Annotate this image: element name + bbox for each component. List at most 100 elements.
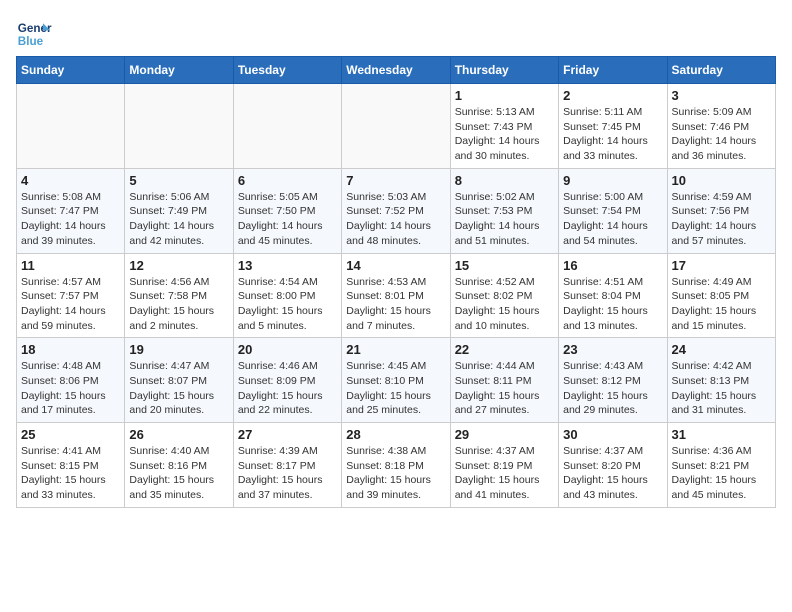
day-cell: 31 Sunrise: 4:36 AM Sunset: 8:21 PM Dayli…: [667, 423, 775, 508]
day-info: Sunrise: 5:03 AM Sunset: 7:52 PM Dayligh…: [346, 190, 445, 249]
day-number: 4: [21, 173, 120, 188]
day-info: Sunrise: 5:05 AM Sunset: 7:50 PM Dayligh…: [238, 190, 337, 249]
day-info: Sunrise: 4:45 AM Sunset: 8:10 PM Dayligh…: [346, 359, 445, 418]
day-number: 25: [21, 427, 120, 442]
day-number: 7: [346, 173, 445, 188]
day-cell: 8 Sunrise: 5:02 AM Sunset: 7:53 PM Daylig…: [450, 168, 558, 253]
day-cell: 9 Sunrise: 5:00 AM Sunset: 7:54 PM Daylig…: [559, 168, 667, 253]
day-cell: 18 Sunrise: 4:48 AM Sunset: 8:06 PM Dayli…: [17, 338, 125, 423]
day-number: 12: [129, 258, 228, 273]
day-cell: 20Sunrise: 4:46 AM Sunset: 8:09 PM Dayli…: [233, 338, 341, 423]
day-info: Sunrise: 4:44 AM Sunset: 8:11 PM Dayligh…: [455, 359, 554, 418]
day-number: 27: [238, 427, 337, 442]
day-number: 15: [455, 258, 554, 273]
week-row-1: 1Sunrise: 5:13 AM Sunset: 7:43 PM Daylig…: [17, 84, 776, 169]
day-info: Sunrise: 4:59 AM Sunset: 7:56 PM Dayligh…: [672, 190, 771, 249]
week-row-2: 4 Sunrise: 5:08 AM Sunset: 7:47 PM Daylig…: [17, 168, 776, 253]
col-header-friday: Friday: [559, 57, 667, 84]
day-number: 5: [129, 173, 228, 188]
day-cell: 17 Sunrise: 4:49 AM Sunset: 8:05 PM Dayli…: [667, 253, 775, 338]
logo-icon: General Blue: [16, 16, 52, 52]
day-cell: 14 Sunrise: 4:53 AM Sunset: 8:01 PM Dayli…: [342, 253, 450, 338]
day-number: 2: [563, 88, 662, 103]
day-number: 30: [563, 427, 662, 442]
day-number: 18: [21, 342, 120, 357]
day-info: Sunrise: 4:48 AM Sunset: 8:06 PM Dayligh…: [21, 359, 120, 418]
day-number: 3: [672, 88, 771, 103]
day-number: 22: [455, 342, 554, 357]
day-number: 9: [563, 173, 662, 188]
day-info: Sunrise: 4:36 AM Sunset: 8:21 PM Dayligh…: [672, 444, 771, 503]
day-cell: 15 Sunrise: 4:52 AM Sunset: 8:02 PM Dayli…: [450, 253, 558, 338]
day-info: Sunrise: 4:37 AM Sunset: 8:19 PM Dayligh…: [455, 444, 554, 503]
day-cell: 22 Sunrise: 4:44 AM Sunset: 8:11 PM Dayli…: [450, 338, 558, 423]
day-number: 13: [238, 258, 337, 273]
day-info: Sunrise: 4:49 AM Sunset: 8:05 PM Dayligh…: [672, 275, 771, 334]
day-cell: 28 Sunrise: 4:38 AM Sunset: 8:18 PM Dayli…: [342, 423, 450, 508]
day-cell: 3 Sunrise: 5:09 AM Sunset: 7:46 PM Daylig…: [667, 84, 775, 169]
day-cell: 11Sunrise: 4:57 AM Sunset: 7:57 PM Dayli…: [17, 253, 125, 338]
day-info: Sunrise: 4:38 AM Sunset: 8:18 PM Dayligh…: [346, 444, 445, 503]
col-header-wednesday: Wednesday: [342, 57, 450, 84]
week-row-4: 18 Sunrise: 4:48 AM Sunset: 8:06 PM Dayli…: [17, 338, 776, 423]
logo: General Blue: [16, 16, 52, 52]
day-number: 17: [672, 258, 771, 273]
day-cell: 12 Sunrise: 4:56 AM Sunset: 7:58 PM Dayli…: [125, 253, 233, 338]
day-number: 28: [346, 427, 445, 442]
day-number: 21: [346, 342, 445, 357]
week-row-3: 11Sunrise: 4:57 AM Sunset: 7:57 PM Dayli…: [17, 253, 776, 338]
day-info: Sunrise: 4:54 AM Sunset: 8:00 PM Dayligh…: [238, 275, 337, 334]
calendar: SundayMondayTuesdayWednesdayThursdayFrid…: [16, 56, 776, 508]
col-header-saturday: Saturday: [667, 57, 775, 84]
day-cell: [342, 84, 450, 169]
day-number: 31: [672, 427, 771, 442]
page-header: General Blue: [16, 16, 776, 52]
day-cell: 7 Sunrise: 5:03 AM Sunset: 7:52 PM Daylig…: [342, 168, 450, 253]
col-header-sunday: Sunday: [17, 57, 125, 84]
day-cell: [233, 84, 341, 169]
day-cell: 24 Sunrise: 4:42 AM Sunset: 8:13 PM Dayli…: [667, 338, 775, 423]
day-cell: 23 Sunrise: 4:43 AM Sunset: 8:12 PM Dayli…: [559, 338, 667, 423]
day-info: Sunrise: 4:41 AM Sunset: 8:15 PM Dayligh…: [21, 444, 120, 503]
day-info: Sunrise: 4:47 AM Sunset: 8:07 PM Dayligh…: [129, 359, 228, 418]
day-info: Sunrise: 5:11 AM Sunset: 7:45 PM Dayligh…: [563, 105, 662, 164]
day-number: 10: [672, 173, 771, 188]
day-cell: 13 Sunrise: 4:54 AM Sunset: 8:00 PM Dayli…: [233, 253, 341, 338]
day-cell: 4 Sunrise: 5:08 AM Sunset: 7:47 PM Daylig…: [17, 168, 125, 253]
header-row: SundayMondayTuesdayWednesdayThursdayFrid…: [17, 57, 776, 84]
day-info: Sunrise: 4:37 AM Sunset: 8:20 PM Dayligh…: [563, 444, 662, 503]
day-cell: [125, 84, 233, 169]
day-cell: 29 Sunrise: 4:37 AM Sunset: 8:19 PM Dayli…: [450, 423, 558, 508]
day-cell: 26Sunrise: 4:40 AM Sunset: 8:16 PM Dayli…: [125, 423, 233, 508]
day-number: 14: [346, 258, 445, 273]
day-info: Sunrise: 5:09 AM Sunset: 7:46 PM Dayligh…: [672, 105, 771, 164]
day-cell: [17, 84, 125, 169]
day-cell: 25 Sunrise: 4:41 AM Sunset: 8:15 PM Dayli…: [17, 423, 125, 508]
day-number: 23: [563, 342, 662, 357]
day-info: Sunrise: 4:42 AM Sunset: 8:13 PM Dayligh…: [672, 359, 771, 418]
day-info: Sunrise: 5:08 AM Sunset: 7:47 PM Dayligh…: [21, 190, 120, 249]
col-header-tuesday: Tuesday: [233, 57, 341, 84]
day-info: Sunrise: 5:06 AM Sunset: 7:49 PM Dayligh…: [129, 190, 228, 249]
day-info: Sunrise: 4:57 AM Sunset: 7:57 PM Dayligh…: [21, 275, 120, 334]
day-info: Sunrise: 4:56 AM Sunset: 7:58 PM Dayligh…: [129, 275, 228, 334]
day-info: Sunrise: 4:51 AM Sunset: 8:04 PM Dayligh…: [563, 275, 662, 334]
day-cell: 5 Sunrise: 5:06 AM Sunset: 7:49 PM Daylig…: [125, 168, 233, 253]
col-header-monday: Monday: [125, 57, 233, 84]
day-number: 26: [129, 427, 228, 442]
day-cell: 16Sunrise: 4:51 AM Sunset: 8:04 PM Dayli…: [559, 253, 667, 338]
day-info: Sunrise: 4:53 AM Sunset: 8:01 PM Dayligh…: [346, 275, 445, 334]
day-number: 8: [455, 173, 554, 188]
day-info: Sunrise: 4:52 AM Sunset: 8:02 PM Dayligh…: [455, 275, 554, 334]
day-info: Sunrise: 5:13 AM Sunset: 7:43 PM Dayligh…: [455, 105, 554, 164]
day-cell: 30 Sunrise: 4:37 AM Sunset: 8:20 PM Dayli…: [559, 423, 667, 508]
day-info: Sunrise: 4:43 AM Sunset: 8:12 PM Dayligh…: [563, 359, 662, 418]
day-number: 6: [238, 173, 337, 188]
day-info: Sunrise: 5:00 AM Sunset: 7:54 PM Dayligh…: [563, 190, 662, 249]
col-header-thursday: Thursday: [450, 57, 558, 84]
day-cell: 27Sunrise: 4:39 AM Sunset: 8:17 PM Dayli…: [233, 423, 341, 508]
day-info: Sunrise: 5:02 AM Sunset: 7:53 PM Dayligh…: [455, 190, 554, 249]
day-number: 29: [455, 427, 554, 442]
day-number: 24: [672, 342, 771, 357]
day-number: 19: [129, 342, 228, 357]
